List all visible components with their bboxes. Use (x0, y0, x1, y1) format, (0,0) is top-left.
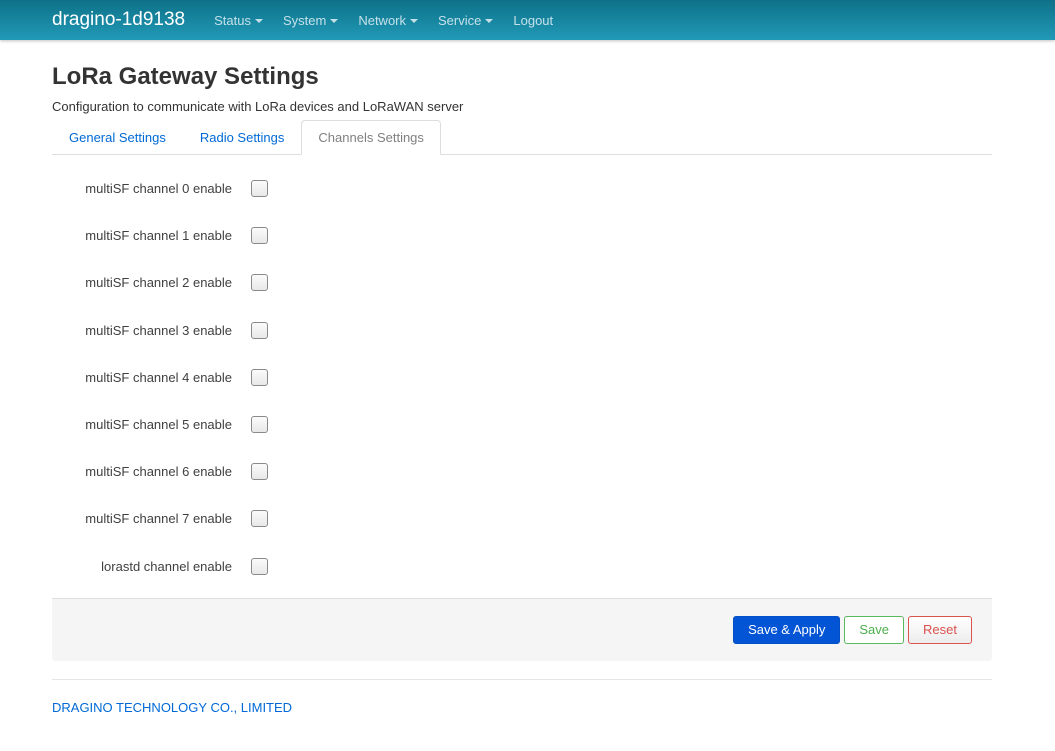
field-label: multiSF channel 0 enable (85, 181, 232, 197)
field-row: multiSF channel 5 enable (52, 401, 992, 448)
top-navbar: dragino-1d9138 Status System Network Ser… (0, 0, 1055, 40)
nav-network-label: Network (358, 12, 407, 28)
tab-general-settings[interactable]: General Settings (52, 120, 183, 154)
page-title: LoRa Gateway Settings (52, 63, 319, 90)
field-label: multiSF channel 7 enable (85, 511, 232, 527)
channels-form: multiSF channel 0 enable multiSF channel… (52, 155, 992, 590)
field-label: multiSF channel 6 enable (85, 464, 232, 480)
nav-status-label: Status (214, 12, 251, 28)
field-row: multiSF channel 2 enable (52, 259, 992, 306)
multisf-channel-7-checkbox[interactable] (251, 510, 268, 528)
caret-down-icon (410, 18, 419, 23)
nav-system-label: System (282, 12, 327, 28)
tab-channels-settings[interactable]: Channels Settings (301, 120, 441, 155)
reset-button[interactable]: Reset (908, 615, 972, 644)
multisf-channel-3-checkbox[interactable] (251, 321, 268, 339)
multisf-channel-5-checkbox[interactable] (251, 416, 268, 434)
field-label: multiSF channel 3 enable (85, 322, 232, 338)
field-row: multiSF channel 7 enable (52, 495, 992, 542)
field-row: multiSF channel 6 enable (52, 448, 992, 495)
lorastd-channel-checkbox[interactable] (251, 557, 268, 575)
nav-system-menu[interactable]: System (282, 12, 339, 28)
caret-down-icon (485, 18, 494, 23)
caret-down-icon (330, 18, 339, 23)
nav-network-menu[interactable]: Network (358, 12, 419, 28)
field-label: multiSF channel 2 enable (85, 275, 232, 291)
multisf-channel-2-checkbox[interactable] (251, 274, 268, 292)
field-label: multiSF channel 1 enable (85, 228, 232, 244)
main-content: LoRa Gateway Settings Configuration to c… (0, 63, 1055, 715)
field-label: lorastd channel enable (101, 558, 232, 574)
nav-service-label: Service (438, 12, 482, 28)
footer-divider (52, 678, 992, 680)
settings-tabs: General Settings Radio Settings Channels… (52, 120, 992, 155)
save-button[interactable]: Save (844, 615, 905, 644)
field-label: multiSF channel 5 enable (85, 417, 232, 433)
nav-logout-label: Logout (513, 12, 554, 28)
field-label: multiSF channel 4 enable (85, 369, 232, 385)
footer: DRAGINO TECHNOLOGY CO., LIMITED (52, 700, 992, 715)
save-apply-button[interactable]: Save & Apply (733, 615, 841, 644)
company-link[interactable]: DRAGINO TECHNOLOGY CO., LIMITED (52, 700, 292, 715)
multisf-channel-6-checkbox[interactable] (251, 463, 268, 481)
caret-down-icon (254, 18, 263, 23)
nav-service-menu[interactable]: Service (438, 12, 494, 28)
page-description: Configuration to communicate with LoRa d… (52, 99, 464, 114)
tab-radio-settings[interactable]: Radio Settings (183, 120, 302, 154)
nav-status-menu[interactable]: Status (214, 13, 263, 28)
field-row: lorastd channel enable (52, 543, 992, 590)
field-row: multiSF channel 1 enable (52, 212, 992, 259)
form-actions: Save & Apply Save Reset (52, 597, 992, 661)
multisf-channel-1-checkbox[interactable] (251, 227, 268, 245)
multisf-channel-0-checkbox[interactable] (251, 180, 268, 198)
multisf-channel-4-checkbox[interactable] (251, 368, 268, 386)
nav-logout-link[interactable]: Logout (513, 13, 553, 28)
field-row: multiSF channel 3 enable (52, 307, 992, 354)
brand-link[interactable]: dragino-1d9138 (52, 0, 185, 40)
field-row: multiSF channel 0 enable (52, 165, 992, 212)
field-row: multiSF channel 4 enable (52, 354, 992, 401)
